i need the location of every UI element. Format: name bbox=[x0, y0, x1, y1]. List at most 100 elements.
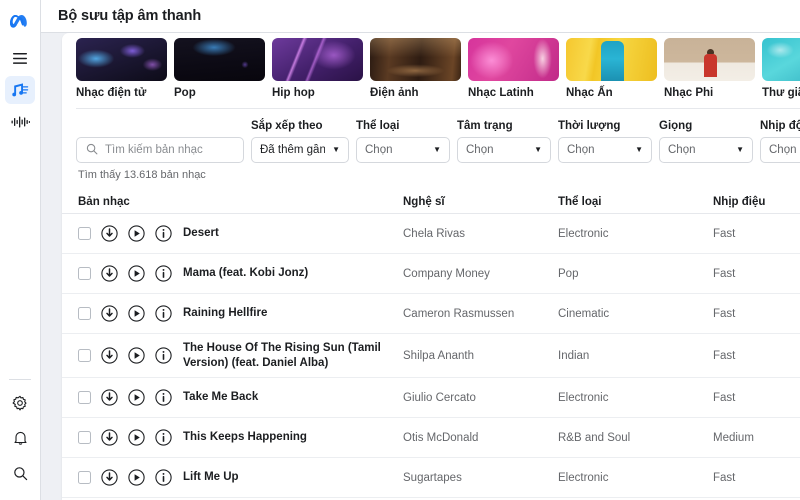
track-cell: Lift Me Up bbox=[78, 469, 403, 486]
settings-button[interactable] bbox=[5, 389, 35, 417]
checkbox-icon[interactable] bbox=[78, 391, 91, 404]
download-icon[interactable] bbox=[101, 469, 118, 486]
track-genre: Electronic bbox=[558, 471, 609, 484]
duration-value: Chọn bbox=[567, 144, 595, 156]
genre-label: Thể loại bbox=[356, 120, 400, 132]
track-title: Desert bbox=[183, 227, 219, 240]
download-icon[interactable] bbox=[101, 225, 118, 242]
table-row[interactable]: Lift Me Up Sugartapes Electronic Fast bbox=[62, 458, 800, 498]
category-tile[interactable]: Pop bbox=[174, 38, 265, 99]
play-icon[interactable] bbox=[128, 389, 145, 406]
column-header-track: Bản nhạc bbox=[78, 195, 130, 208]
category-label: Hip hop bbox=[272, 87, 315, 99]
checkbox-icon[interactable] bbox=[78, 349, 91, 362]
duration-dropdown[interactable]: Chọn ▼ bbox=[558, 137, 652, 163]
sound-collection-card: Nhạc điện tử Pop Hip hop Điện ảnh Nhạc Latin… bbox=[62, 33, 800, 500]
checkbox-icon[interactable] bbox=[78, 471, 91, 484]
vocals-dropdown[interactable]: Chọn ▼ bbox=[659, 137, 753, 163]
category-label: Pop bbox=[174, 87, 196, 99]
search-group: Tìm kiếm bản nhạc bbox=[76, 137, 244, 163]
info-icon[interactable] bbox=[155, 265, 172, 282]
info-icon[interactable] bbox=[155, 429, 172, 446]
download-icon[interactable] bbox=[101, 305, 118, 322]
table-body: Desert Chela Rivas Electronic Fast Mama (fea… bbox=[62, 214, 800, 498]
genre-group: Thể loại Chọn ▼ bbox=[356, 120, 450, 163]
track-table: Bản nhạc Nghệ sĩ Thể loại Nhịp điệu Dese… bbox=[62, 190, 800, 498]
info-icon[interactable] bbox=[155, 347, 172, 364]
checkbox-icon[interactable] bbox=[78, 267, 91, 280]
table-row[interactable]: Raining Hellfire Cameron Rasmussen Cinemat… bbox=[62, 294, 800, 334]
mood-label: Tâm trạng bbox=[457, 120, 513, 132]
filter-bar: Tìm kiếm bản nhạc Sắp xếp theo Đã thêm g… bbox=[62, 109, 800, 163]
mood-dropdown[interactable]: Chọn ▼ bbox=[457, 137, 551, 163]
play-icon[interactable] bbox=[128, 225, 145, 242]
download-icon[interactable] bbox=[101, 347, 118, 364]
sort-dropdown[interactable]: Đã thêm gần... ▼ bbox=[251, 137, 349, 163]
play-icon[interactable] bbox=[128, 469, 145, 486]
sidebar-item-sound-collection[interactable] bbox=[5, 76, 35, 104]
tempo-group: Nhịp độ Chọn ▼ bbox=[760, 120, 800, 163]
checkbox-icon[interactable] bbox=[78, 227, 91, 240]
track-cell: Take Me Back bbox=[78, 389, 403, 406]
track-artist: Company Money bbox=[403, 267, 490, 280]
download-icon[interactable] bbox=[101, 389, 118, 406]
sidebar-item-audio-waveform[interactable] bbox=[5, 108, 35, 136]
search-button[interactable] bbox=[5, 459, 35, 487]
play-icon[interactable] bbox=[128, 305, 145, 322]
checkbox-icon[interactable] bbox=[78, 431, 91, 444]
play-icon[interactable] bbox=[128, 429, 145, 446]
category-tile[interactable]: Nhạc điện tử bbox=[76, 38, 167, 99]
category-thumbnail bbox=[370, 38, 461, 81]
play-icon[interactable] bbox=[128, 347, 145, 364]
download-icon[interactable] bbox=[101, 265, 118, 282]
track-tempo: Medium bbox=[713, 431, 754, 444]
music-library-icon bbox=[11, 82, 29, 98]
category-thumbnail bbox=[468, 38, 559, 81]
table-row[interactable]: The House Of The Rising Sun (Tamil Versi… bbox=[62, 334, 800, 378]
table-row[interactable]: Desert Chela Rivas Electronic Fast bbox=[62, 214, 800, 254]
table-row[interactable]: Take Me Back Giulio Cercato Electronic Fast bbox=[62, 378, 800, 418]
hamburger-menu-icon[interactable] bbox=[5, 44, 35, 72]
download-icon[interactable] bbox=[101, 429, 118, 446]
meta-logo[interactable] bbox=[5, 7, 35, 35]
track-tempo: Fast bbox=[713, 307, 736, 320]
category-thumbnail bbox=[272, 38, 363, 81]
category-tile[interactable]: Điện ảnh bbox=[370, 38, 461, 99]
category-tile[interactable]: Nhạc Phi bbox=[664, 38, 755, 99]
category-tile[interactable]: Nhạc Latinh bbox=[468, 38, 559, 99]
sort-label: Sắp xếp theo bbox=[251, 120, 323, 132]
track-artist: Shilpa Ananth bbox=[403, 349, 474, 362]
info-icon[interactable] bbox=[155, 225, 172, 242]
info-icon[interactable] bbox=[155, 305, 172, 322]
bell-icon bbox=[13, 430, 28, 446]
sound-wave-icon bbox=[11, 115, 30, 129]
category-tile[interactable]: Nhạc Ấn bbox=[566, 38, 657, 99]
result-count: Tìm thấy 13.618 bản nhạc bbox=[78, 169, 206, 181]
search-input[interactable]: Tìm kiếm bản nhạc bbox=[76, 137, 244, 163]
track-title: Raining Hellfire bbox=[183, 307, 268, 320]
info-icon[interactable] bbox=[155, 389, 172, 406]
category-tile[interactable]: Hip hop bbox=[272, 38, 363, 99]
track-genre: Electronic bbox=[558, 391, 609, 404]
tempo-dropdown[interactable]: Chọn ▼ bbox=[760, 137, 800, 163]
vocals-group: Giọng Chọn ▼ bbox=[659, 120, 753, 163]
search-icon bbox=[86, 143, 98, 158]
track-title: The House Of The Rising Sun (Tamil Versi… bbox=[183, 341, 381, 369]
rail-bottom-group bbox=[5, 379, 35, 500]
track-cell: The House Of The Rising Sun (Tamil Versi… bbox=[78, 341, 403, 370]
track-genre: Cinematic bbox=[558, 307, 610, 320]
category-tile[interactable]: Thư giãn bbox=[762, 38, 800, 99]
duration-label: Thời lượng bbox=[558, 120, 621, 132]
track-cell: Mama (feat. Kobi Jonz) bbox=[78, 265, 403, 282]
genre-value: Chọn bbox=[365, 144, 393, 156]
info-icon[interactable] bbox=[155, 469, 172, 486]
left-nav-rail bbox=[0, 0, 41, 500]
play-icon[interactable] bbox=[128, 265, 145, 282]
notifications-button[interactable] bbox=[5, 424, 35, 452]
table-row[interactable]: Mama (feat. Kobi Jonz) Company Money Pop Fa… bbox=[62, 254, 800, 294]
category-thumbnail bbox=[762, 38, 800, 81]
checkbox-icon[interactable] bbox=[78, 307, 91, 320]
duration-group: Thời lượng Chọn ▼ bbox=[558, 120, 652, 163]
table-row[interactable]: This Keeps Happening Otis McDonald R&B and… bbox=[62, 418, 800, 458]
genre-dropdown[interactable]: Chọn ▼ bbox=[356, 137, 450, 163]
